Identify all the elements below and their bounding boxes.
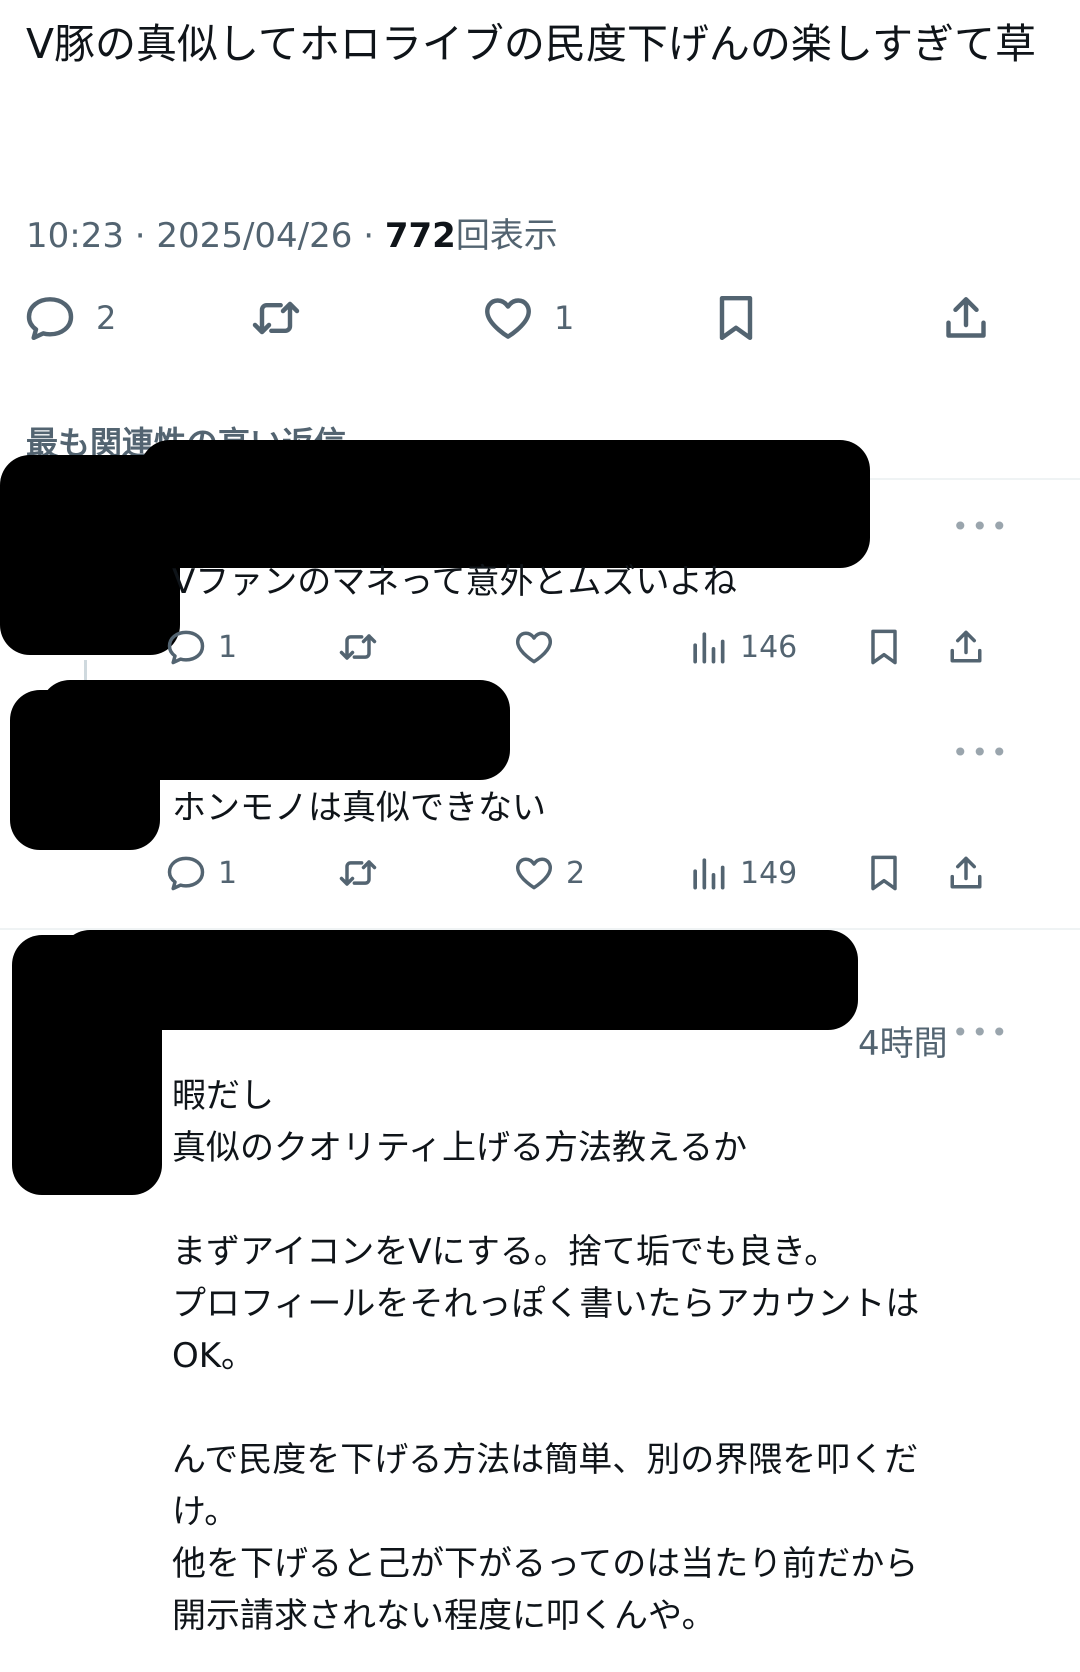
- retweet-icon: [339, 634, 377, 660]
- tweet-views-count: 772: [384, 216, 456, 256]
- redacted-user-info: [60, 930, 858, 1030]
- like-button[interactable]: [512, 625, 566, 669]
- bookmark-button[interactable]: [862, 851, 906, 895]
- bookmark-icon: [719, 295, 753, 341]
- tweet-views-label: 回表示: [455, 216, 558, 256]
- tweet-date[interactable]: 2025/04/26: [156, 216, 352, 256]
- retweet-icon: [252, 301, 300, 335]
- tweet-action-bar: 2 1: [0, 290, 1080, 360]
- reply-line: [172, 1174, 919, 1226]
- share-button[interactable]: [938, 290, 994, 346]
- retweet-button[interactable]: [336, 625, 390, 669]
- reply-line: け。: [172, 1492, 239, 1532]
- reply-action-bar: 1 146: [0, 625, 1080, 675]
- reply-text: 暇だし 真似のクオリティ上げる方法教えるか まずアイコンをVにする。捨て垢でも良…: [172, 1070, 919, 1642]
- reply-button[interactable]: 2: [22, 290, 116, 346]
- views-button[interactable]: 146: [686, 625, 797, 669]
- reply-button[interactable]: 1: [164, 851, 237, 895]
- reply-count: 1: [218, 629, 238, 665]
- reply-count: 2: [96, 299, 117, 337]
- reply-button[interactable]: 1: [164, 625, 237, 669]
- bookmark-button[interactable]: [862, 625, 906, 669]
- bookmark-icon: [871, 629, 897, 665]
- reply-text: ホンモノは真似できない: [172, 788, 546, 828]
- tweet-meta: 10:23 · 2025/04/26 · 772回表示: [26, 216, 558, 256]
- redacted-user-info: [40, 680, 510, 780]
- share-icon: [950, 630, 982, 663]
- reply-text: Vファンのマネって意外とムズいよね: [172, 562, 737, 602]
- reply-line: OK。: [172, 1336, 256, 1376]
- like-icon: [485, 298, 531, 339]
- share-button[interactable]: [944, 625, 988, 669]
- bookmark-button[interactable]: [708, 290, 764, 346]
- like-count: 1: [554, 299, 575, 337]
- like-count: 2: [566, 855, 586, 891]
- bookmark-icon: [871, 855, 897, 891]
- reply-line: 暇だし: [172, 1076, 274, 1116]
- share-icon: [950, 856, 982, 889]
- retweet-button[interactable]: [336, 851, 390, 895]
- reply-icon: [167, 630, 205, 665]
- reply-line: 開示請求されない程度に叩くんや。: [172, 1596, 716, 1636]
- redacted-user-info: [140, 440, 870, 568]
- like-button[interactable]: 1: [480, 290, 574, 346]
- reply-line: んで民度を下げる方法は簡単、別の界隈を叩くだ: [172, 1440, 919, 1480]
- views-button[interactable]: 149: [686, 851, 797, 895]
- share-icon: [946, 297, 986, 338]
- more-icon[interactable]: •••: [952, 510, 1011, 543]
- views-count: 146: [740, 629, 798, 665]
- reply-line: 真似のクオリティ上げる方法教えるか: [172, 1128, 747, 1168]
- retweet-icon: [339, 860, 377, 886]
- more-icon[interactable]: •••: [952, 736, 1011, 769]
- reply-icon: [26, 297, 74, 341]
- like-icon: [516, 857, 552, 890]
- views-count: 149: [740, 855, 798, 891]
- retweet-button[interactable]: [248, 290, 322, 346]
- reply-count: 1: [218, 855, 238, 891]
- more-icon[interactable]: •••: [952, 1016, 1011, 1049]
- reply-icon: [167, 856, 205, 891]
- tweet-text: V豚の真似してホロライブの民度下げんの楽しすぎて草: [26, 20, 1036, 68]
- reply-line: [172, 1382, 919, 1434]
- reply-action-bar: 1 2 149: [0, 851, 1080, 901]
- like-button[interactable]: 2: [512, 851, 585, 895]
- reply-line: まずアイコンをVにする。捨て垢でも良き。: [172, 1232, 839, 1272]
- views-icon: [693, 632, 725, 664]
- share-button[interactable]: [944, 851, 988, 895]
- like-icon: [516, 631, 552, 664]
- tweet-time[interactable]: 10:23: [26, 216, 124, 256]
- views-icon: [693, 858, 725, 890]
- reply-time[interactable]: 4時間: [858, 1016, 948, 1065]
- reply-line: プロフィールをそれっぽく書いたらアカウントは: [172, 1284, 920, 1324]
- reply-line: 他を下げると己が下がるってのは当たり前だから: [172, 1544, 919, 1584]
